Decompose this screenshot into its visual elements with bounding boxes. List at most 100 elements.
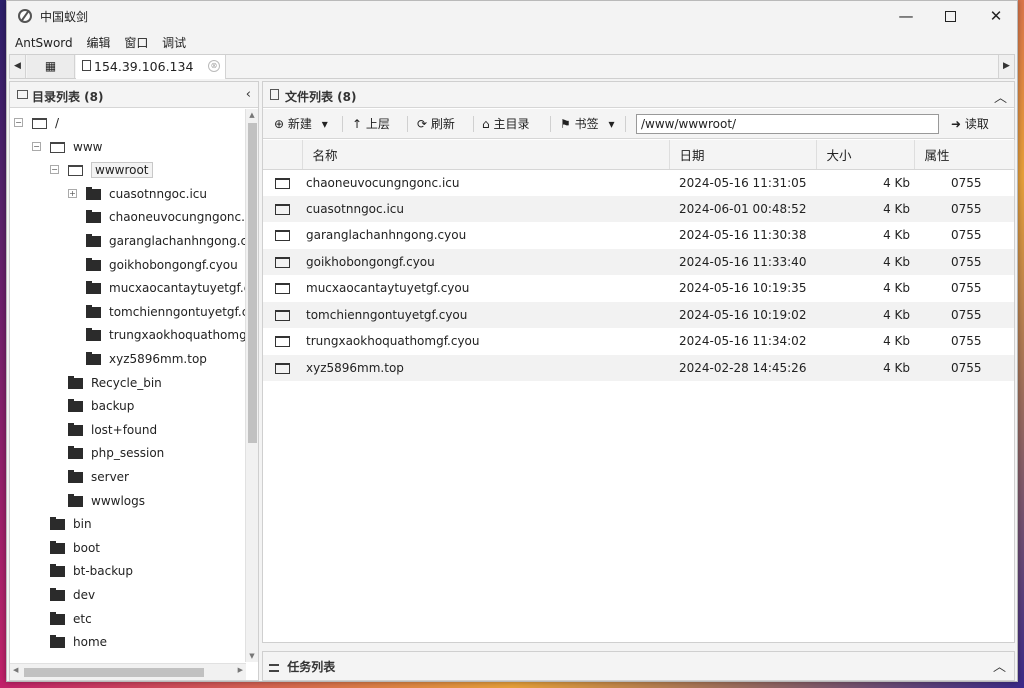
maximize-button[interactable] [927,1,973,31]
tree-node[interactable]: mucxaocantaytuyetgf.cyou [74,277,246,299]
tree-node[interactable]: server [56,466,129,488]
tree-node[interactable]: goikhobongongf.cyou [74,254,238,276]
tree-node[interactable]: backup [56,395,134,417]
file-row[interactable]: tomchienngontuyetgf.cyou 2024-05-16 10:19… [263,301,1014,328]
file-row[interactable]: goikhobongongf.cyou 2024-05-16 11:33:40 4 … [263,248,1014,275]
scrollbar-thumb[interactable] [24,668,204,677]
file-date: 2024-05-16 10:19:35 [669,275,816,302]
tree-node-label: cuasotnngoc.icu [109,186,207,201]
file-size: 4 Kb [816,248,914,275]
scroll-left-icon: ◀ [13,666,19,674]
path-input[interactable] [636,114,939,134]
collapse-left-panel-button[interactable]: ‹ [246,87,251,102]
tree-node[interactable]: etc [38,608,92,630]
file-date: 2024-05-16 10:19:02 [669,301,816,328]
file-size: 4 Kb [816,195,914,222]
home-directory-button[interactable]: ⌂ 主目录 [482,115,529,132]
tree-node[interactable]: dev [38,584,95,606]
chevron-down-icon: ▾ [608,117,615,131]
refresh-icon: ⟳ [417,117,428,131]
folder-icon [86,257,101,271]
menu-debug[interactable]: 调试 [158,31,190,51]
tree-node[interactable]: chaoneuvocungngonc.icu [74,206,246,228]
up-level-button[interactable]: ↑ 上层 [352,115,390,132]
scrollbar-thumb[interactable] [248,123,257,443]
tree-node[interactable]: − wwwroot [50,159,153,181]
tree-node[interactable]: tomchienngontuyetgf.cyou [74,301,246,323]
tree-node[interactable]: trungxaokhoquathomgf.cyou [74,324,246,346]
file-permission: 0755 [914,248,1014,275]
file-row[interactable]: chaoneuvocungngonc.icu 2024-05-16 11:31:0… [263,169,1014,196]
folder-outline-icon [17,90,28,99]
tree-node[interactable]: home [38,631,107,653]
arrow-left-icon: ◀ [14,61,21,71]
tree-node[interactable]: wwwlogs [56,490,145,512]
column-header-size[interactable]: 大小 [816,140,915,170]
file-icon-cell [263,301,302,328]
expand-task-panel-button[interactable]: ︿ [993,656,1006,675]
column-header-perm[interactable]: 属性 [914,140,1015,170]
collapse-file-panel-button[interactable]: ︿ [994,87,1007,106]
menu-antsword[interactable]: AntSword [11,33,77,50]
tree-vertical-scrollbar[interactable]: ▲ ▼ [245,109,258,662]
tree-node-label: home [73,635,108,650]
folder-icon [275,177,290,189]
bookmark-button[interactable]: ⚑ 书签 ▾ [560,115,614,132]
file-row[interactable]: cuasotnngoc.icu 2024-06-01 00:48:52 4 Kb 07… [263,195,1014,222]
file-name: mucxaocantaytuyetgf.cyou [302,275,669,302]
folder-open-icon [50,141,65,153]
tree-node-label: / [55,116,60,130]
folder-icon [68,422,83,436]
tree-node[interactable]: bt-backup [38,560,133,582]
file-row[interactable]: garanglachanhngong.cyou 2024-05-16 11:30:… [263,222,1014,249]
file-icon-cell [263,328,302,355]
file-row[interactable]: xyz5896mm.top 2024-02-28 14:45:26 4 Kb 0755 [263,354,1014,381]
folder-icon [68,399,83,413]
menu-window[interactable]: 窗口 [120,31,152,51]
tab-shell-session[interactable]: 154.39.106.134 ⊗ [76,55,226,79]
tab-scroll-right-button[interactable]: ▶ [998,55,1014,78]
tab-scroll-left-button[interactable]: ◀ [10,55,26,78]
folder-icon [275,362,290,374]
tree-node[interactable]: garanglachanhngong.cyou [74,230,246,252]
tree-node[interactable]: + cuasotnngoc.icu [68,183,207,205]
tab-home-grid[interactable]: ▦ [27,55,75,78]
new-button[interactable]: ⊕ 新建 ▾ [274,115,328,132]
tree-node[interactable]: − / [14,112,60,134]
file-row[interactable]: trungxaokhoquathomgf.cyou 2024-05-16 11:3… [263,328,1014,355]
read-path-button[interactable]: ➜ 读取 [951,115,989,132]
collapse-node-icon[interactable]: − [32,141,41,151]
folder-open-icon [32,118,47,129]
title-bar: 中国蚁剑 — ✕ [7,1,1017,31]
refresh-button[interactable]: ⟳ 刷新 [417,115,455,132]
tree-node[interactable]: xyz5896mm.top [74,348,207,370]
tree-node-label: chaoneuvocungngonc.icu [109,210,246,225]
tree-node[interactable]: lost+found [56,419,157,441]
close-window-button[interactable]: ✕ [973,1,1019,31]
tree-node[interactable]: bin [38,513,92,535]
refresh-label: 刷新 [430,117,455,131]
folder-icon [50,635,65,649]
file-row[interactable]: mucxaocantaytuyetgf.cyou 2024-05-16 10:19… [263,275,1014,302]
tree-horizontal-scrollbar[interactable]: ◀ ▶ [10,663,246,680]
menu-edit[interactable]: 编辑 [82,31,114,51]
folder-icon [86,186,101,200]
scroll-up-icon: ▲ [249,111,255,119]
tab-close-button[interactable]: ⊗ [208,60,220,72]
tab-bar: ◀ ▦ 154.39.106.134 ⊗ ▶ [9,54,1015,79]
expand-node-icon[interactable]: + [68,188,77,198]
tree-node[interactable]: Recycle_bin [56,372,162,394]
directory-panel-title: 目录列表 (8) [32,90,104,104]
column-header-name[interactable]: 名称 [302,140,670,170]
file-date: 2024-06-01 00:48:52 [669,195,816,222]
home-icon: ⌂ [482,117,490,131]
tree-node[interactable]: php_session [56,442,164,464]
tree-node[interactable]: boot [38,537,100,559]
collapse-node-icon[interactable]: − [14,118,23,127]
collapse-node-icon[interactable]: − [50,165,59,175]
tree-node-label: php_session [91,446,165,461]
new-button-label: 新建 [287,117,312,131]
tree-node[interactable]: − www [32,136,102,158]
column-header-date[interactable]: 日期 [669,140,817,170]
minimize-button[interactable]: — [883,1,929,31]
